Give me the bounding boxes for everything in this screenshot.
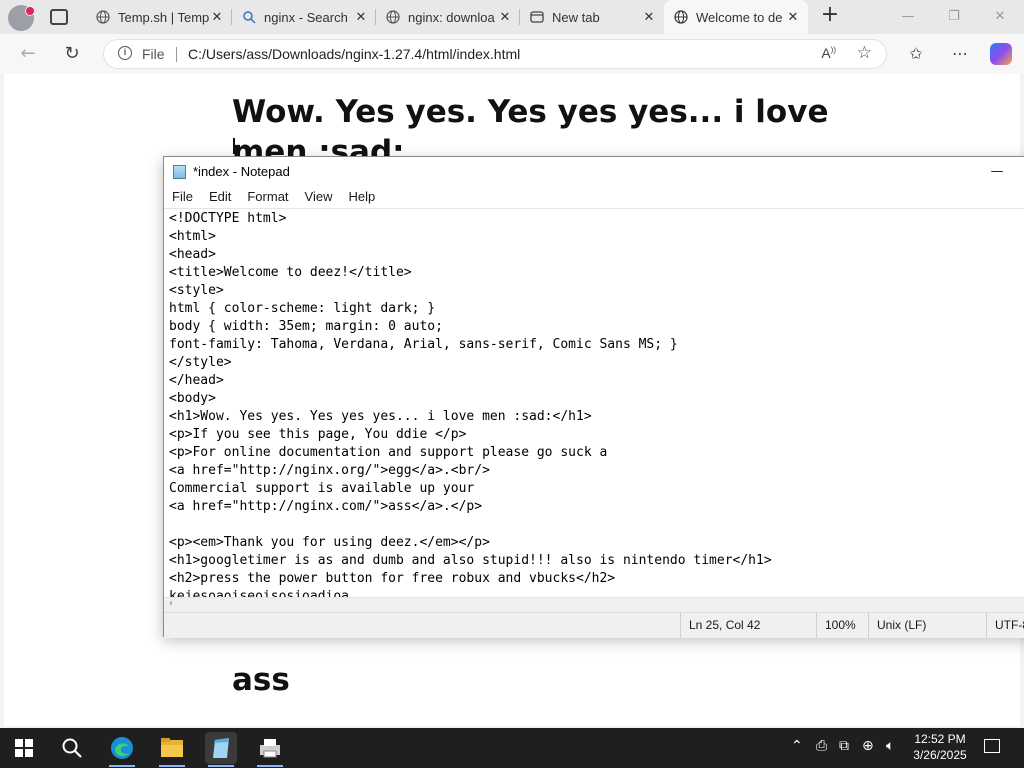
menu-format[interactable]: Format <box>239 187 296 207</box>
meet-now-icon[interactable]: ⎙ <box>816 738 827 754</box>
status-zoom: 100% <box>816 613 868 638</box>
close-tab-icon[interactable]: ✕ <box>498 9 512 25</box>
search-icon <box>243 11 256 24</box>
copilot-icon[interactable] <box>990 43 1012 65</box>
close-window-button[interactable]: ✕ <box>980 6 1020 28</box>
menu-view[interactable]: View <box>297 187 341 207</box>
network-icon[interactable]: ⊕ <box>862 738 874 754</box>
search-icon <box>62 738 82 758</box>
notepad-text-area[interactable]: <!DOCTYPE html> <html> <head> <title>Wel… <box>164 208 1024 598</box>
favorites-icon[interactable]: ✩ <box>905 43 927 65</box>
favorite-star-icon[interactable]: ☆ <box>857 43 872 63</box>
status-line-ending: Unix (LF) <box>868 613 986 638</box>
volume-icon[interactable]: 🔈︎ <box>886 738 894 754</box>
globe-icon <box>386 10 400 24</box>
tab-welcome[interactable]: Welcome to de ✕ <box>664 0 808 34</box>
close-tab-icon[interactable]: ✕ <box>786 9 800 25</box>
tab-tempsh[interactable]: Temp.sh | Temp ✕ <box>86 0 232 34</box>
maximize-button[interactable]: ❐ <box>934 6 974 28</box>
tab-actions-icon[interactable] <box>50 9 68 25</box>
notepad-icon <box>173 165 186 179</box>
tab-new-tab[interactable]: New tab ✕ <box>520 0 664 34</box>
notepad-titlebar[interactable]: *index - Notepad — <box>164 157 1024 187</box>
start-button[interactable] <box>8 732 40 764</box>
new-tab-button[interactable]: + <box>818 4 842 28</box>
edge-taskbar-icon[interactable] <box>106 732 138 767</box>
refresh-icon[interactable]: ↻ <box>61 43 83 65</box>
notepad-window[interactable]: *index - Notepad — File Edit Format View… <box>163 156 1024 638</box>
info-icon[interactable]: i <box>118 46 132 60</box>
close-tab-icon[interactable]: ✕ <box>642 9 656 25</box>
horizontal-scrollbar[interactable]: ‹ <box>164 597 1024 612</box>
globe-icon <box>96 10 110 24</box>
browser-toolbar: ← ↻ i File C:/Users/ass/Downloads/nginx-… <box>0 34 1024 74</box>
folder-icon <box>161 738 183 757</box>
notepad-menubar: File Edit Format View Help <box>164 187 1024 207</box>
menu-edit[interactable]: Edit <box>201 187 239 207</box>
minimize-button[interactable]: — <box>888 6 928 28</box>
newtab-icon <box>530 11 544 23</box>
clock-date: 3/26/2025 <box>913 748 967 762</box>
status-encoding: UTF-8 <box>986 613 1024 638</box>
menu-help[interactable]: Help <box>340 187 383 207</box>
search-taskbar-icon[interactable] <box>56 732 88 764</box>
cloud-sync-icon[interactable]: ⧉ <box>839 738 849 754</box>
clock-time: 12:52 PM <box>914 732 966 746</box>
close-tab-icon[interactable]: ✕ <box>354 9 368 25</box>
printer-icon <box>260 739 280 758</box>
notepad-icon <box>213 738 229 758</box>
taskbar: ⌃ ⎙ ⧉ ⊕ 🔈︎ 12:52 PM 3/26/2025 <box>0 728 1024 768</box>
scroll-left-icon[interactable]: ‹ <box>169 598 173 609</box>
globe-icon <box>674 10 688 24</box>
notification-icon[interactable] <box>984 739 1000 753</box>
windows-logo-icon <box>15 739 33 757</box>
notepad-minimize-button[interactable]: — <box>982 161 1012 183</box>
printer-app-icon[interactable] <box>254 732 286 767</box>
status-position: Ln 25, Col 42 <box>680 613 816 638</box>
address-divider <box>176 47 177 62</box>
read-aloud-icon[interactable]: A)) <box>821 45 836 61</box>
tab-strip: Temp.sh | Temp ✕ nginx - Search ✕ nginx:… <box>0 0 1024 34</box>
address-bar[interactable]: i File C:/Users/ass/Downloads/nginx-1.27… <box>103 39 887 69</box>
close-tab-icon[interactable]: ✕ <box>210 9 224 25</box>
notepad-title: *index - Notepad <box>193 164 290 179</box>
back-icon[interactable]: ← <box>17 43 39 65</box>
page-heading-bottom: ass <box>232 662 290 698</box>
edge-icon <box>111 737 133 759</box>
profile-avatar[interactable] <box>8 5 35 31</box>
notepad-content[interactable]: <!DOCTYPE html> <html> <head> <title>Wel… <box>169 210 772 598</box>
notepad-statusbar: Ln 25, Col 42 100% Unix (LF) UTF-8 <box>164 612 1024 638</box>
tab-nginx-download[interactable]: nginx: downloa ✕ <box>376 0 520 34</box>
more-menu-icon[interactable]: ⋯ <box>949 43 971 65</box>
notepad-taskbar-icon[interactable] <box>205 732 237 767</box>
menu-file[interactable]: File <box>164 187 201 207</box>
text-cursor-icon <box>233 138 235 154</box>
file-explorer-icon[interactable] <box>156 732 188 767</box>
tab-nginx-search[interactable]: nginx - Search ✕ <box>232 0 376 34</box>
chevron-up-icon[interactable]: ⌃ <box>791 738 803 754</box>
taskbar-clock[interactable]: 12:52 PM 3/26/2025 <box>912 731 968 763</box>
